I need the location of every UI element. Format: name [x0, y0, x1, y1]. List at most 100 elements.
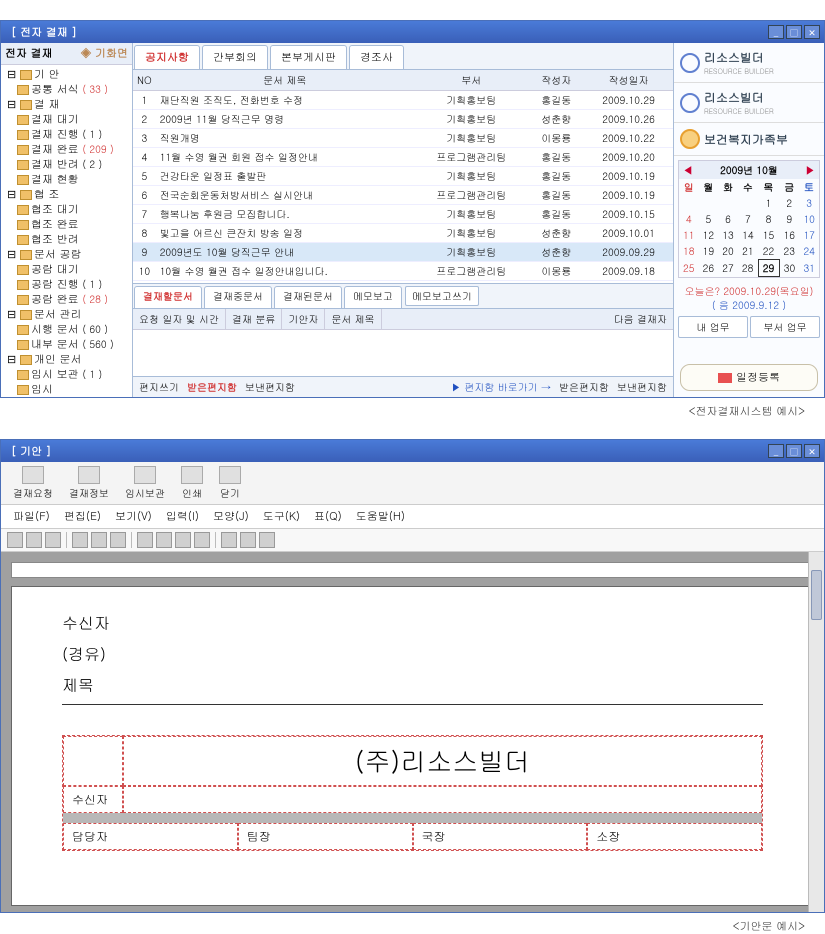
mail-go-link[interactable]: ▶ 편지함 바로가기 →	[451, 380, 551, 394]
cal-day[interactable]: 5	[699, 211, 719, 227]
table-row[interactable]: 1재단직원 조직도, 전화번호 수정기획홍보팀홍길동2009.10.29	[133, 91, 673, 110]
tree-item[interactable]: 내부 문서 ( 560 )	[3, 337, 130, 352]
mail-inbox2[interactable]: 받은편지함	[559, 380, 609, 394]
cal-day[interactable]: 25	[679, 260, 699, 277]
tree-item[interactable]: 결재 반려 ( 2 )	[3, 157, 130, 172]
tree-item[interactable]: 임시 보관 ( 1 )	[3, 367, 130, 382]
scrollbar-thumb[interactable]	[811, 570, 822, 620]
subtab-0[interactable]: 결재할문서	[134, 286, 202, 308]
col-header[interactable]: 문서 제목	[156, 70, 414, 91]
tool-icon[interactable]	[156, 532, 172, 548]
col-header[interactable]: 작성일자	[584, 70, 673, 91]
cal-day[interactable]: 21	[738, 243, 758, 260]
cal-day[interactable]: 6	[718, 211, 738, 227]
cal-day[interactable]: 29	[758, 260, 779, 277]
cal-next-icon[interactable]: ▶	[805, 163, 815, 177]
tab-0[interactable]: 공지사항	[134, 45, 200, 69]
table-row[interactable]: 92009년도 10월 당직근무 안내기획홍보팀성춘향2009.09.29	[133, 243, 673, 262]
cal-day[interactable]: 22	[758, 243, 779, 260]
cal-day[interactable]: 17	[799, 227, 819, 243]
tool-icon[interactable]	[259, 532, 275, 548]
tree-item[interactable]: ⊟ 문서 관리	[3, 307, 130, 322]
tree-item[interactable]: 결재 완료 ( 209 )	[3, 142, 130, 157]
tree-item[interactable]: ⊟ 개인 문서	[3, 352, 130, 367]
titlebar[interactable]: [ 전자 결재 ] _ □ ✕	[1, 21, 824, 43]
cal-day[interactable]: 31	[799, 260, 819, 277]
tree-item[interactable]: ⊟ 협 조	[3, 187, 130, 202]
table-row[interactable]: 3직원개명기획홍보팀이몽룡2009.10.22	[133, 129, 673, 148]
maximize-icon[interactable]: □	[786, 444, 802, 458]
subtab-3[interactable]: 메모보고	[344, 286, 402, 308]
mail-sent[interactable]: 보낸편지함	[245, 380, 295, 394]
toolbar-button[interactable]: 인쇄	[175, 464, 209, 502]
tree-item[interactable]: 공람 진행 ( 1 )	[3, 277, 130, 292]
tool-icon[interactable]	[194, 532, 210, 548]
cal-day[interactable]: 23	[779, 243, 799, 260]
tree-item[interactable]: ⊟ 문서 공람	[3, 247, 130, 262]
maximize-icon[interactable]: □	[786, 25, 802, 39]
tab-2[interactable]: 본부게시판	[270, 45, 347, 69]
memo-write-button[interactable]: 메모보고쓰기	[405, 286, 479, 306]
toolbar-button[interactable]: 결재정보	[63, 464, 115, 502]
cal-day[interactable]: 30	[779, 260, 799, 277]
mail-write[interactable]: 편지쓰기	[139, 380, 179, 394]
cal-day[interactable]: 7	[738, 211, 758, 227]
cal-day[interactable]: 24	[799, 243, 819, 260]
cal-day[interactable]: 10	[799, 211, 819, 227]
tree-item[interactable]: 협조 대기	[3, 202, 130, 217]
menu-item[interactable]: 입력(I)	[160, 507, 205, 526]
cal-day[interactable]: 2	[779, 195, 799, 211]
close-icon[interactable]: ✕	[804, 25, 820, 39]
mail-sent2[interactable]: 보낸편지함	[617, 380, 667, 394]
brand-3[interactable]: 보건복지가족부	[674, 123, 824, 156]
tool-icon[interactable]	[221, 532, 237, 548]
cal-day[interactable]: 27	[718, 260, 738, 277]
cal-day[interactable]: 26	[699, 260, 719, 277]
tree-item[interactable]: 결재 현황	[3, 172, 130, 187]
cal-day[interactable]	[699, 195, 719, 211]
tree-item[interactable]: ⊟ 기 안	[3, 67, 130, 82]
cal-day[interactable]	[679, 195, 699, 211]
cal-day[interactable]: 8	[758, 211, 779, 227]
minimize-icon[interactable]: _	[768, 25, 784, 39]
menu-item[interactable]: 보기(V)	[109, 507, 158, 526]
vertical-scrollbar[interactable]	[808, 552, 824, 912]
tree-item[interactable]: 협조 완료	[3, 217, 130, 232]
tree-item[interactable]: ⊟ 결 재	[3, 97, 130, 112]
via-field[interactable]: (경유)	[62, 638, 763, 669]
cal-prev-icon[interactable]: ◀	[683, 163, 693, 177]
tree-item[interactable]: 결재 진행 ( 1 )	[3, 127, 130, 142]
tool-icon[interactable]	[240, 532, 256, 548]
title-field[interactable]: 제목	[62, 669, 763, 700]
my-work-button[interactable]: 내 업무	[678, 316, 748, 338]
menu-item[interactable]: 편집(E)	[58, 507, 107, 526]
tree-init-link[interactable]: ◈ 기화면	[80, 46, 128, 61]
col-header[interactable]: 부서	[414, 70, 528, 91]
tree-item[interactable]: 공통 서식 ( 33 )	[3, 82, 130, 97]
toolbar-button[interactable]: 닫기	[213, 464, 247, 502]
tool-icon[interactable]	[45, 532, 61, 548]
tool-icon[interactable]	[72, 532, 88, 548]
table-row[interactable]: 22009년 11월 당직근무 명령기획홍보팀성춘향2009.10.26	[133, 110, 673, 129]
cal-day[interactable]: 11	[679, 227, 699, 243]
brand-2[interactable]: 리소스빌더RESOURCE BUILDER	[674, 83, 824, 123]
tree-item[interactable]: 공람 완료 ( 28 )	[3, 292, 130, 307]
cal-day[interactable]: 9	[779, 211, 799, 227]
tool-icon[interactable]	[137, 532, 153, 548]
col-header[interactable]: NO	[133, 70, 156, 91]
col-header[interactable]: 작성자	[528, 70, 584, 91]
subtab-1[interactable]: 결재중문서	[204, 286, 272, 308]
tree-item[interactable]: 임시	[3, 382, 130, 397]
tool-icon[interactable]	[110, 532, 126, 548]
table-row[interactable]: 6전국순회운동처방서비스 실시안내프로그램관리팀홍길동2009.10.19	[133, 186, 673, 205]
cal-day[interactable]	[738, 195, 758, 211]
cal-day[interactable]: 28	[738, 260, 758, 277]
close-icon[interactable]: ✕	[804, 444, 820, 458]
recipient-field[interactable]: 수신자	[62, 607, 763, 638]
titlebar[interactable]: [ 기안 ] _ □ ✕	[1, 440, 824, 462]
tab-3[interactable]: 경조사	[349, 45, 404, 69]
brand-1[interactable]: 리소스빌더RESOURCE BUILDER	[674, 43, 824, 83]
cal-day[interactable]: 12	[699, 227, 719, 243]
cal-day[interactable]: 13	[718, 227, 738, 243]
menu-item[interactable]: 도움말(H)	[350, 507, 411, 526]
